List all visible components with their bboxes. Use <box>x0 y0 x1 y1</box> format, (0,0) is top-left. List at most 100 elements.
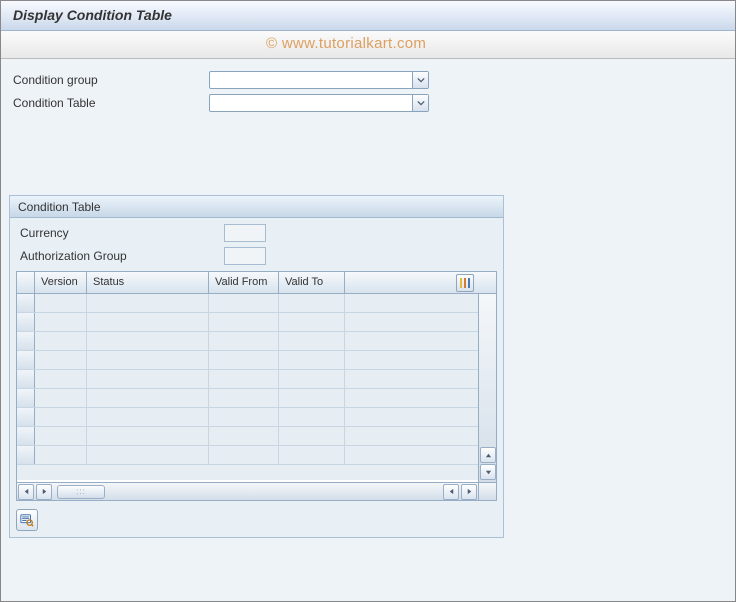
row-header[interactable] <box>17 427 35 445</box>
cell-version[interactable] <box>35 427 87 445</box>
panel-title: Condition Table <box>10 196 503 218</box>
scroll-left-button-2[interactable] <box>443 484 459 500</box>
cell-valid-to[interactable] <box>279 427 345 445</box>
horizontal-thumb[interactable]: ::: <box>57 485 105 499</box>
table-row[interactable] <box>17 332 496 351</box>
row-header[interactable] <box>17 313 35 331</box>
cell-valid-from[interactable] <box>209 446 279 464</box>
cell-valid-to[interactable] <box>279 332 345 350</box>
condition-group-dropdown[interactable] <box>209 71 429 89</box>
grid-corner-bottom-right <box>478 482 496 500</box>
cell-status[interactable] <box>87 370 209 388</box>
row-header[interactable] <box>17 446 35 464</box>
table-row[interactable] <box>17 427 496 446</box>
cell-version[interactable] <box>35 332 87 350</box>
row-header[interactable] <box>17 370 35 388</box>
condition-group-label: Condition group <box>9 73 209 87</box>
cell-extra <box>345 351 496 369</box>
grid-corner[interactable] <box>17 272 35 293</box>
row-header[interactable] <box>17 294 35 312</box>
cell-valid-to[interactable] <box>279 389 345 407</box>
cell-valid-to[interactable] <box>279 446 345 464</box>
cell-valid-to[interactable] <box>279 313 345 331</box>
cell-version[interactable] <box>35 313 87 331</box>
cell-valid-from[interactable] <box>209 332 279 350</box>
content-area: Condition group Condition Table Conditio… <box>1 59 735 601</box>
cell-status[interactable] <box>87 294 209 312</box>
cell-version[interactable] <box>35 389 87 407</box>
table-row[interactable] <box>17 313 496 332</box>
scroll-right-button-2[interactable] <box>461 484 477 500</box>
watermark: © www.tutorialkart.com <box>266 35 426 52</box>
condition-table-label: Condition Table <box>9 96 209 110</box>
cell-valid-from[interactable] <box>209 427 279 445</box>
cell-extra <box>345 294 496 312</box>
cell-valid-from[interactable] <box>209 294 279 312</box>
cell-valid-to[interactable] <box>279 294 345 312</box>
cell-version[interactable] <box>35 294 87 312</box>
cell-version[interactable] <box>35 446 87 464</box>
col-header-status[interactable]: Status <box>87 272 209 293</box>
cell-valid-to[interactable] <box>279 370 345 388</box>
chevron-down-icon <box>412 95 428 111</box>
row-header[interactable] <box>17 351 35 369</box>
currency-input[interactable] <box>224 224 266 242</box>
row-header[interactable] <box>17 408 35 426</box>
col-header-valid-to[interactable]: Valid To <box>279 272 345 293</box>
field-currency: Currency <box>16 222 497 244</box>
scroll-up-button[interactable] <box>480 447 496 463</box>
vertical-scrollbar[interactable] <box>478 294 496 482</box>
field-condition-group: Condition group <box>9 69 727 91</box>
scroll-right-button[interactable] <box>36 484 52 500</box>
cell-valid-from[interactable] <box>209 370 279 388</box>
data-grid: Version Status Valid From Valid To <box>16 271 497 501</box>
table-row[interactable] <box>17 446 496 465</box>
col-header-valid-from[interactable]: Valid From <box>209 272 279 293</box>
row-header[interactable] <box>17 389 35 407</box>
auth-group-input[interactable] <box>224 247 266 265</box>
cell-valid-from[interactable] <box>209 351 279 369</box>
scroll-left-button[interactable] <box>18 484 34 500</box>
toolbar: © www.tutorialkart.com <box>1 31 735 59</box>
table-row[interactable] <box>17 351 496 370</box>
config-icon <box>464 278 466 288</box>
cell-extra <box>345 313 496 331</box>
cell-extra <box>345 446 496 464</box>
config-icon <box>468 278 470 288</box>
grid-body <box>17 294 496 480</box>
chevron-down-icon <box>412 72 428 88</box>
cell-status[interactable] <box>87 408 209 426</box>
table-row[interactable] <box>17 389 496 408</box>
cell-valid-to[interactable] <box>279 351 345 369</box>
cell-status[interactable] <box>87 351 209 369</box>
cell-extra <box>345 389 496 407</box>
cell-status[interactable] <box>87 332 209 350</box>
cell-status[interactable] <box>87 313 209 331</box>
cell-version[interactable] <box>35 351 87 369</box>
table-row[interactable] <box>17 408 496 427</box>
auth-group-label: Authorization Group <box>16 249 216 263</box>
scroll-down-button[interactable] <box>480 464 496 480</box>
cell-version[interactable] <box>35 408 87 426</box>
cell-valid-from[interactable] <box>209 408 279 426</box>
config-icon <box>460 278 462 288</box>
cell-valid-from[interactable] <box>209 313 279 331</box>
table-row[interactable] <box>17 370 496 389</box>
condition-table-panel: Condition Table Currency Authorization G… <box>9 195 504 538</box>
horizontal-scrollbar[interactable]: ::: <box>17 482 478 500</box>
cell-version[interactable] <box>35 370 87 388</box>
field-condition-table: Condition Table <box>9 92 727 114</box>
configure-columns-button[interactable] <box>456 274 474 292</box>
condition-table-dropdown[interactable] <box>209 94 429 112</box>
row-header[interactable] <box>17 332 35 350</box>
cell-valid-from[interactable] <box>209 389 279 407</box>
cell-status[interactable] <box>87 427 209 445</box>
search-detail-button[interactable] <box>16 509 38 531</box>
cell-extra <box>345 370 496 388</box>
cell-valid-to[interactable] <box>279 408 345 426</box>
table-row[interactable] <box>17 294 496 313</box>
col-header-version[interactable]: Version <box>35 272 87 293</box>
cell-status[interactable] <box>87 446 209 464</box>
cell-status[interactable] <box>87 389 209 407</box>
page-title: Display Condition Table <box>1 1 735 31</box>
